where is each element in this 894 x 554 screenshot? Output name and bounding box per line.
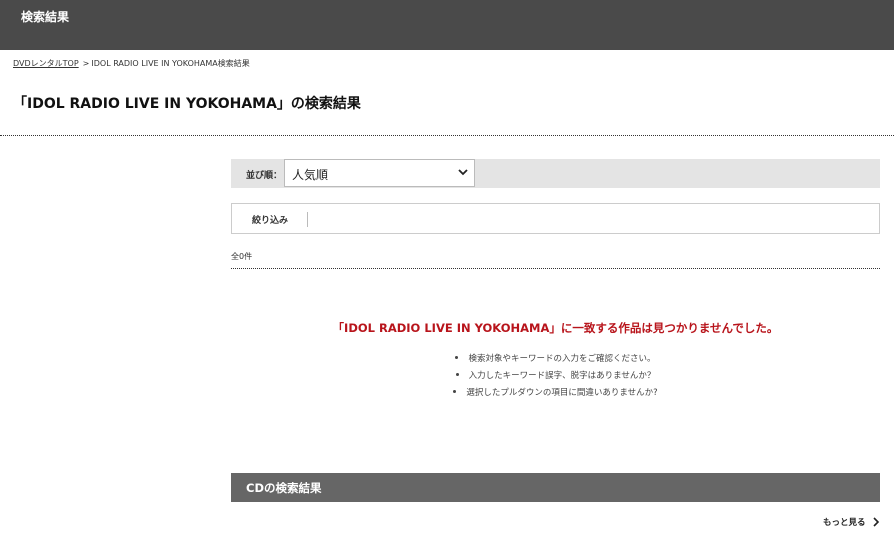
bullet-icon [455, 373, 459, 376]
search-tip: 選択したプルダウンの項目に間違いありませんか? [231, 386, 880, 403]
breadcrumb-current: IDOL RADIO LIVE IN YOKOHAMA検索結果 [91, 59, 250, 68]
chevron-down-icon [458, 169, 468, 176]
sort-bar: 並び順： 人気順 [231, 159, 880, 188]
filter-box: 絞り込み [231, 203, 880, 234]
filter-toggle[interactable]: 絞り込み [252, 213, 288, 226]
search-tips-list: 検索対象やキーワードの入力をご確認ください。 入力したキーワード誤字、脱字はあり… [231, 352, 880, 403]
no-results-message: 「IDOL RADIO LIVE IN YOKOHAMA」に一致する作品は見つか… [332, 321, 779, 335]
breadcrumb-separator: > [82, 59, 90, 68]
cd-section-header: CDの検索結果 [231, 473, 880, 502]
sort-label: 並び順： [246, 171, 283, 181]
sort-select[interactable]: 人気順 [284, 159, 475, 187]
cd-section-title: CDの検索結果 [246, 481, 322, 495]
count-divider [231, 268, 880, 269]
filter-divider [307, 212, 308, 227]
header-title: 検索結果 [21, 10, 70, 24]
breadcrumb: DVDレンタルTOP > IDOL RADIO LIVE IN YOKOHAMA検索… [13, 58, 250, 69]
title-divider [0, 135, 894, 136]
page-title: 「IDOL RADIO LIVE IN YOKOHAMA」の検索結果 [13, 96, 361, 112]
search-tip: 入力したキーワード誤字、脱字はありませんか？ [231, 369, 880, 386]
search-tip: 検索対象やキーワードの入力をご確認ください。 [231, 352, 880, 369]
more-link-label: もっと見る [823, 518, 866, 528]
breadcrumb-home-link[interactable]: DVDレンタルTOP [13, 59, 79, 68]
top-header-bar: 検索結果 [0, 0, 894, 50]
bullet-icon [453, 390, 457, 393]
bullet-icon [455, 356, 459, 359]
result-count: 全0件 [231, 252, 253, 261]
chevron-right-icon [872, 516, 879, 527]
sort-selected-value: 人気順 [292, 168, 329, 182]
more-link[interactable]: もっと見る [823, 516, 880, 528]
